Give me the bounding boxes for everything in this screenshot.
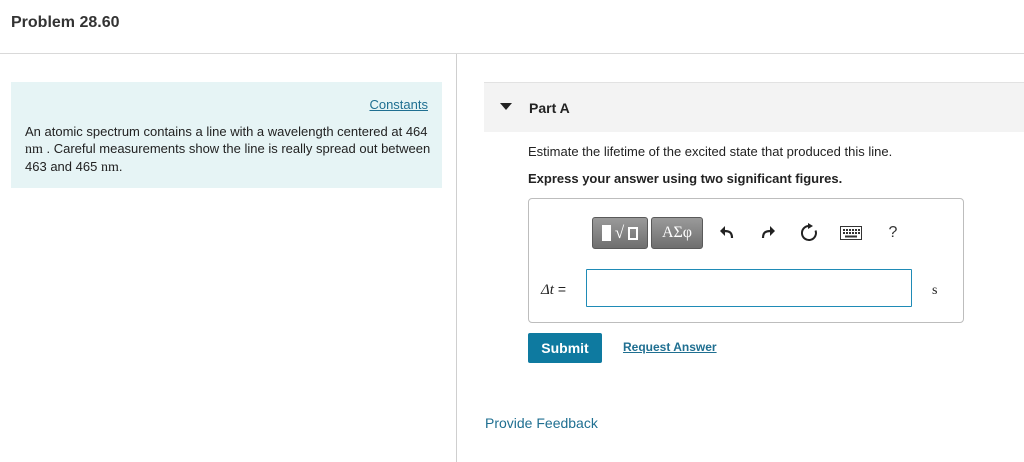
wavelength-value: 464: [405, 124, 428, 139]
request-answer-link[interactable]: Request Answer: [623, 340, 717, 354]
greek-symbols-button[interactable]: ΑΣφ: [651, 217, 703, 249]
box-icon: [628, 226, 639, 240]
range-unit: nm: [100, 160, 119, 175]
provide-feedback-link[interactable]: Provide Feedback: [485, 415, 598, 431]
part-a-header[interactable]: Part A: [484, 82, 1024, 132]
reset-button[interactable]: [797, 221, 821, 245]
problem-text-part: . Careful measurements show the line is …: [46, 141, 431, 156]
redo-button[interactable]: [756, 221, 780, 245]
problem-text-part: and: [50, 159, 73, 174]
problem-header: Problem 28.60: [0, 0, 1024, 54]
problem-text: An atomic spectrum contains a line with …: [25, 123, 435, 176]
wavelength-unit: nm: [25, 142, 43, 157]
keyboard-button[interactable]: [838, 221, 864, 245]
templates-button[interactable]: √: [592, 217, 648, 249]
range-high-value: 465: [75, 159, 98, 174]
variable-symbol: Δt: [541, 282, 554, 298]
answer-unit: s: [932, 283, 938, 298]
redo-icon: [761, 226, 775, 239]
undo-icon: [720, 226, 734, 239]
submit-button[interactable]: Submit: [528, 333, 602, 363]
reset-icon: [800, 223, 817, 241]
undo-button[interactable]: [715, 221, 739, 245]
problem-statement-panel: Constants An atomic spectrum contains a …: [11, 82, 442, 188]
constants-link[interactable]: Constants: [369, 97, 428, 112]
collapse-caret-icon[interactable]: [500, 103, 512, 110]
page-title: Problem 28.60: [11, 14, 120, 31]
answer-input[interactable]: [586, 269, 912, 307]
answer-editor: √ ΑΣφ ? Δt = s: [528, 198, 964, 323]
question-text: Estimate the lifetime of the excited sta…: [528, 144, 893, 159]
help-button[interactable]: ?: [881, 221, 905, 245]
answer-instruction: Express your answer using two significan…: [528, 171, 843, 186]
templates-icon: [601, 225, 611, 241]
equals-sign: =: [553, 281, 567, 297]
problem-text-part: .: [118, 159, 123, 174]
radical-icon: √: [614, 223, 625, 242]
part-label: Part A: [529, 100, 570, 116]
range-low-value: 463: [25, 159, 47, 174]
answer-variable-label: Δt =: [541, 281, 566, 299]
column-divider: [456, 54, 457, 462]
problem-text-part: An atomic spectrum contains a line with …: [25, 124, 403, 139]
keyboard-icon: [840, 226, 862, 240]
